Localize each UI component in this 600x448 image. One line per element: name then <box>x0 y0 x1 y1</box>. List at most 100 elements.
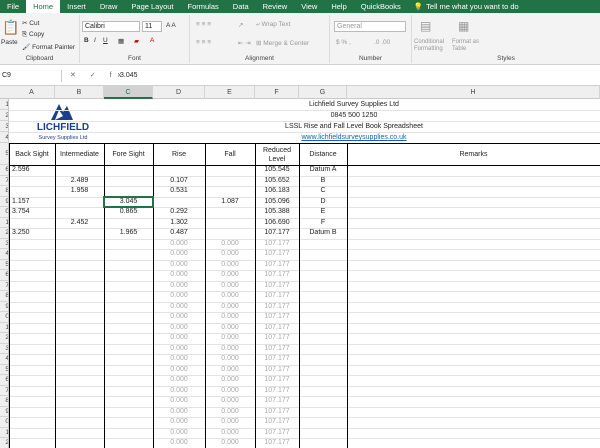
row-header[interactable]: 8 <box>0 291 8 302</box>
cell-rl[interactable]: 107.177 <box>255 354 299 365</box>
cell-rise[interactable]: 0.000 <box>153 428 205 439</box>
cell-fall[interactable]: 0.000 <box>205 270 255 281</box>
cell-fs[interactable] <box>104 218 153 229</box>
row-header[interactable]: 6 <box>0 375 8 386</box>
ribbon-tab-view[interactable]: View <box>294 0 324 13</box>
cell-fall[interactable] <box>205 218 255 229</box>
column-header-e[interactable]: E <box>205 86 255 99</box>
cell-bs[interactable]: 3.754 <box>9 207 55 218</box>
row-header[interactable]: 9 <box>0 197 8 207</box>
header-fall[interactable]: Fall <box>205 144 255 165</box>
header-fore-sight[interactable]: Fore Sight <box>104 144 153 165</box>
cell-fall[interactable]: 0.000 <box>205 302 255 313</box>
cell-rl[interactable]: 107.177 <box>255 438 299 448</box>
cell-rl[interactable]: 107.177 <box>255 375 299 386</box>
cell-fall[interactable]: 0.000 <box>205 291 255 302</box>
cell-is[interactable]: 2.452 <box>55 218 104 229</box>
cut-button[interactable]: ✂ Cut <box>22 19 39 27</box>
cell-fall[interactable]: 0.000 <box>205 312 255 323</box>
cell-fs[interactable]: 1.965 <box>104 228 153 239</box>
cell-dist[interactable]: B <box>299 176 347 187</box>
format-table-icon[interactable]: ▦ <box>458 19 469 33</box>
cell-fs[interactable] <box>104 165 153 176</box>
cell-rise[interactable]: 0.000 <box>153 291 205 302</box>
cell-is[interactable] <box>55 207 104 218</box>
header-intermediate[interactable]: Intermediate <box>55 144 104 165</box>
cell-rise[interactable]: 0.000 <box>153 407 205 418</box>
column-header-f[interactable]: F <box>255 86 299 99</box>
merge-center-button[interactable]: ⊞ Merge & Center <box>256 39 309 47</box>
cell-rl[interactable]: 107.177 <box>255 302 299 313</box>
row-header[interactable]: 4 <box>0 132 8 143</box>
row-header[interactable]: 4 <box>0 249 8 260</box>
cell-dist[interactable]: Datum A <box>299 165 347 176</box>
cell-bs[interactable]: 1.157 <box>9 197 55 208</box>
row-header[interactable]: 1 <box>0 218 8 228</box>
cell-rise[interactable]: 0.487 <box>153 228 205 239</box>
row-header[interactable]: 9 <box>0 407 8 417</box>
cell-rise[interactable]: 0.000 <box>153 417 205 428</box>
cell-bs[interactable] <box>9 176 55 187</box>
row-header[interactable]: 0 <box>0 207 8 218</box>
header-rise[interactable]: Rise <box>153 144 205 165</box>
cell-is[interactable] <box>55 197 104 208</box>
row-header[interactable]: 4 <box>0 354 8 365</box>
row-header[interactable]: 8 <box>0 396 8 407</box>
cell-rl[interactable]: 105.096 <box>255 197 299 208</box>
fill-color-icon[interactable]: ▰ <box>134 37 139 45</box>
cell-fall[interactable] <box>205 165 255 176</box>
row-header[interactable]: 6 <box>0 270 8 281</box>
cell-rise[interactable]: 0.000 <box>153 386 205 397</box>
wrap-text-button[interactable]: ⤶ Wrap Text <box>256 21 290 29</box>
cell-fs[interactable]: 0.865 <box>104 207 153 218</box>
row-header[interactable]: 2 <box>0 438 8 448</box>
copy-button[interactable]: ⎘ Copy <box>22 31 44 39</box>
cell-rise[interactable]: 0.000 <box>153 281 205 292</box>
cell-bs[interactable] <box>9 186 55 197</box>
row-header[interactable]: 3 <box>0 121 8 132</box>
orientation-icon[interactable]: ↗ <box>238 21 243 29</box>
header-back-sight[interactable]: Back Sight <box>9 144 55 165</box>
format-painter-button[interactable]: 🖌 Format Painter <box>22 43 75 51</box>
cell-rise[interactable]: 0.000 <box>153 438 205 448</box>
row-header[interactable]: 5 <box>0 365 8 375</box>
cell-rise[interactable]: 0.000 <box>153 354 205 365</box>
cell-is[interactable] <box>55 228 104 239</box>
cell-rise[interactable]: 0.000 <box>153 344 205 355</box>
cell-bs[interactable]: 3.250 <box>9 228 55 239</box>
underline-button[interactable]: U <box>103 37 108 44</box>
cell-bs[interactable]: 2.596 <box>9 165 55 176</box>
row-header[interactable]: 8 <box>0 186 8 197</box>
cell-rise[interactable]: 1.302 <box>153 218 205 229</box>
paste-button[interactable]: Paste <box>1 39 18 46</box>
font-name-select[interactable]: Calibri <box>82 21 140 32</box>
cell-rise[interactable]: 0.000 <box>153 333 205 344</box>
row-header[interactable]: 5 <box>0 143 8 165</box>
cell-rl[interactable]: 107.177 <box>255 417 299 428</box>
ribbon-tab-formulas[interactable]: Formulas <box>181 0 226 13</box>
row-header[interactable]: 7 <box>0 176 8 186</box>
formula-icons[interactable]: ✕ ✓ fx <box>70 70 127 82</box>
row-header[interactable]: 9 <box>0 302 8 312</box>
cell-rl[interactable]: 107.177 <box>255 228 299 239</box>
cell-rise[interactable]: 0.000 <box>153 375 205 386</box>
row-header[interactable]: 3 <box>0 239 8 249</box>
cell-rl[interactable]: 107.177 <box>255 239 299 250</box>
cell-dist[interactable]: F <box>299 218 347 229</box>
cell-rise[interactable]: 0.000 <box>153 260 205 271</box>
cell-rise[interactable]: 0.000 <box>153 365 205 376</box>
font-size-select[interactable]: 11 <box>142 21 162 32</box>
ribbon-tab-review[interactable]: Review <box>256 0 295 13</box>
row-header[interactable]: 1 <box>0 428 8 438</box>
paste-icon[interactable]: 📋 <box>2 19 19 36</box>
worksheet-grid[interactable]: LICHFIELD Survey Supplies Ltd Lichfield … <box>9 99 600 448</box>
column-header-g[interactable]: G <box>299 86 347 99</box>
cell-rl[interactable]: 107.177 <box>255 407 299 418</box>
cell-rise[interactable]: 0.292 <box>153 207 205 218</box>
cell-rl[interactable]: 107.177 <box>255 249 299 260</box>
row-header[interactable]: 5 <box>0 260 8 270</box>
cell-rl[interactable]: 106.183 <box>255 186 299 197</box>
cell-rise[interactable]: 0.000 <box>153 312 205 323</box>
name-box[interactable]: C9 <box>0 70 62 82</box>
cell-rl[interactable]: 107.177 <box>255 365 299 376</box>
